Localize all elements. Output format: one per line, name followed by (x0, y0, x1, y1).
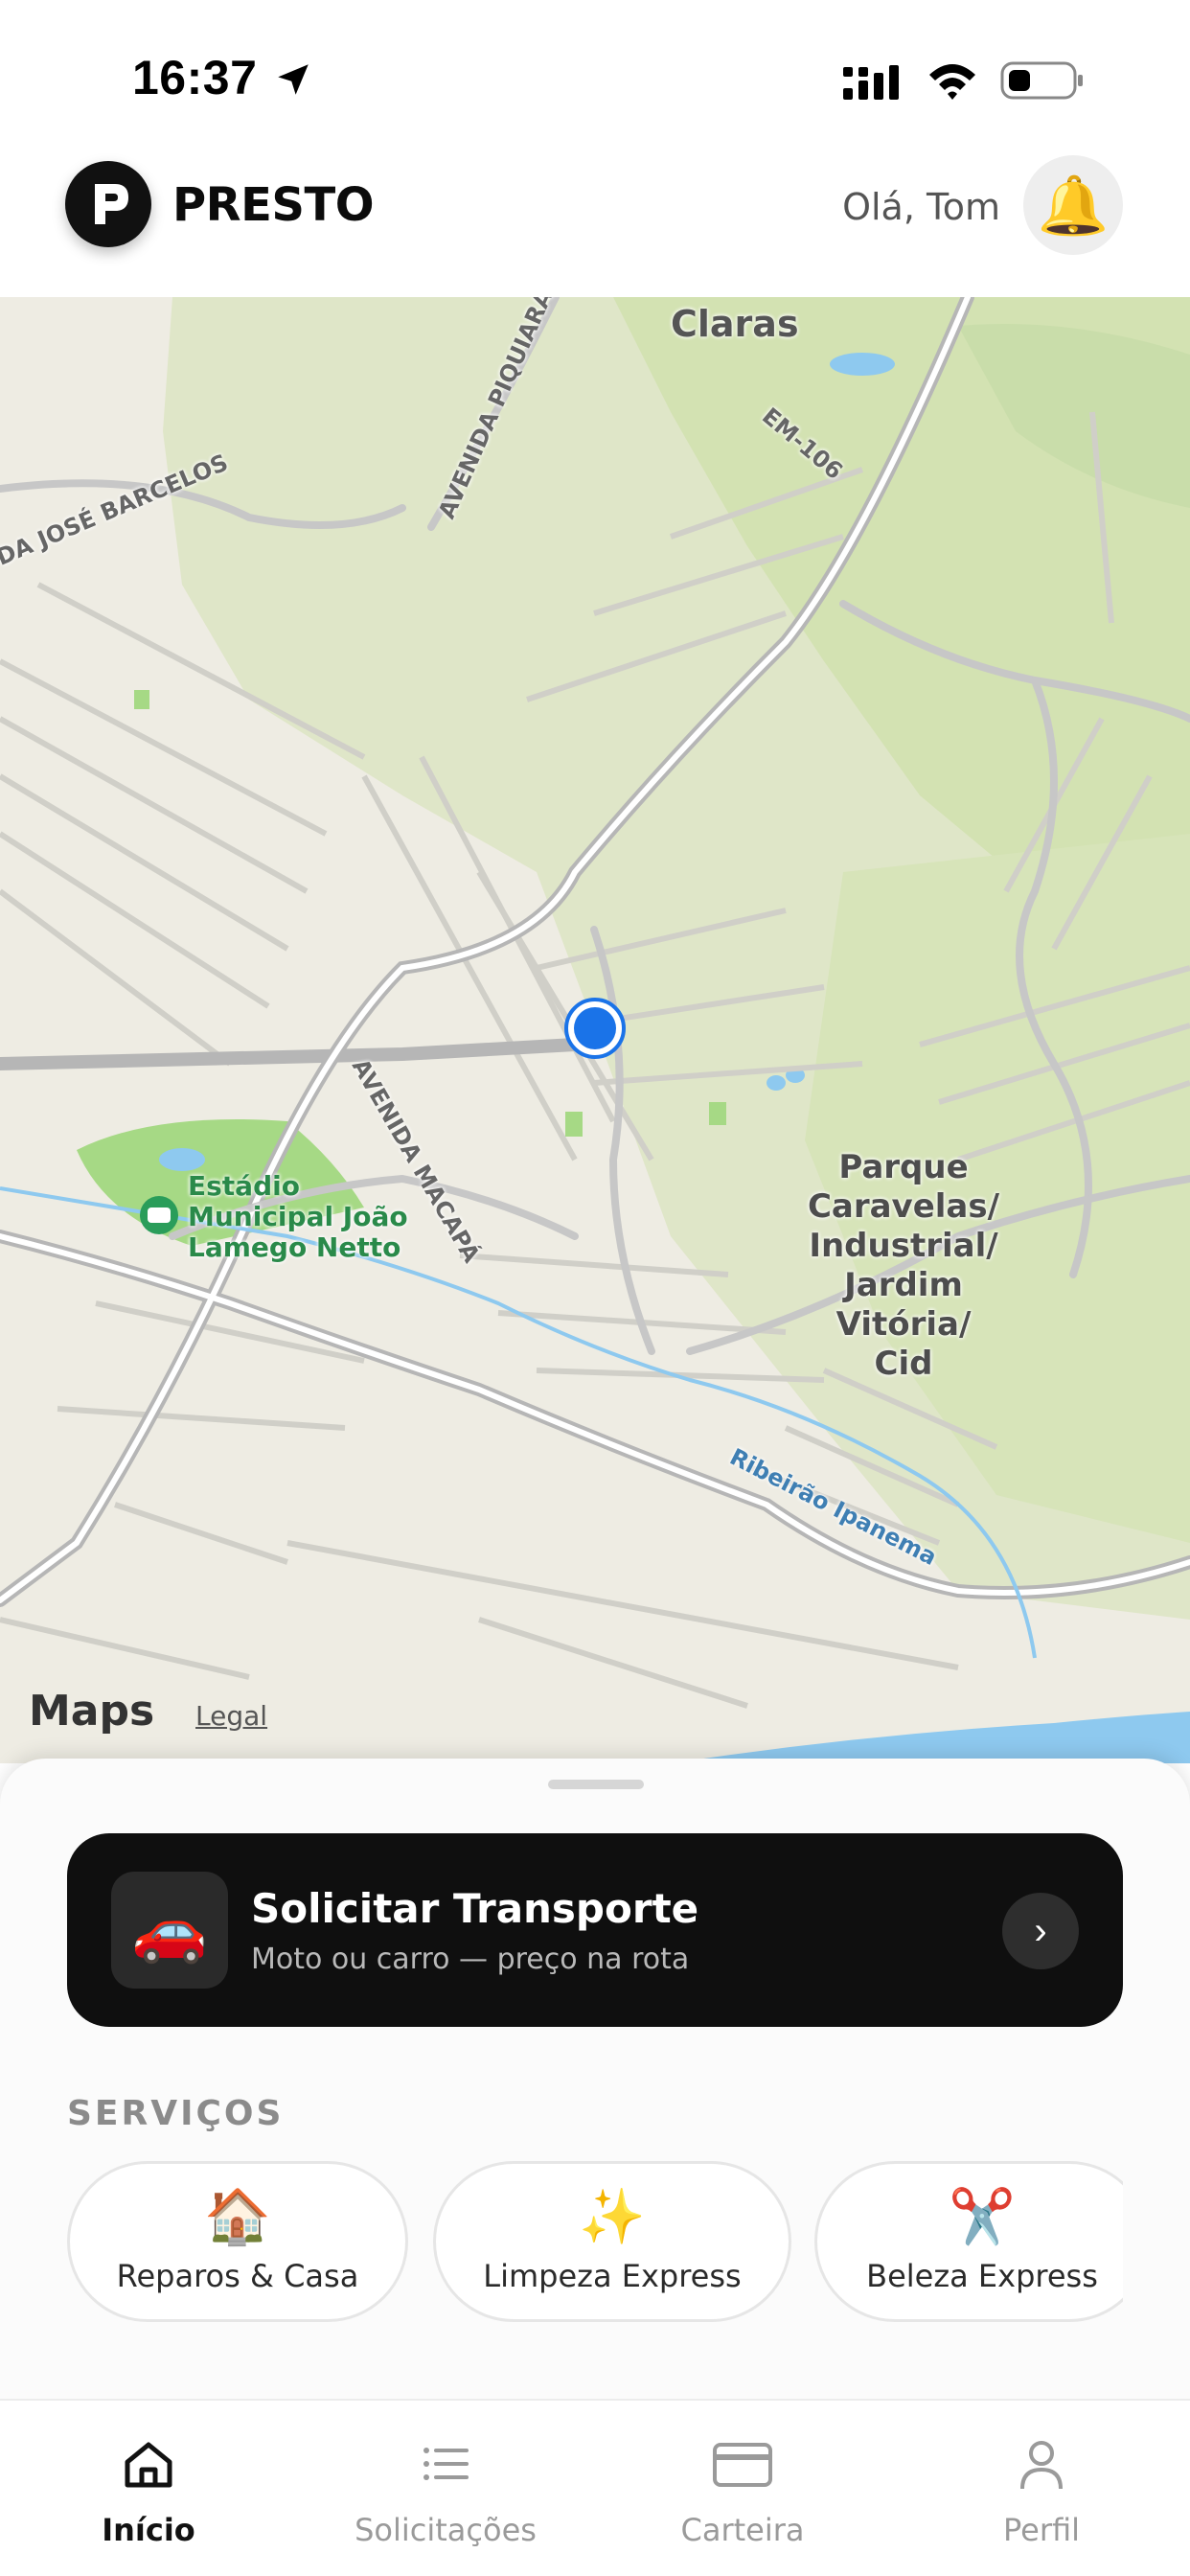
estadio-line-2: Municipal João (188, 1201, 408, 1232)
notifications-button[interactable]: 🔔 (1023, 155, 1123, 255)
tab-carteira[interactable]: Carteira (594, 2401, 891, 2576)
card-icon (713, 2443, 772, 2487)
service-beleza-express[interactable]: ✂️ Beleza Express (814, 2161, 1123, 2322)
home-icon (125, 2442, 172, 2488)
wifi-icon (929, 64, 975, 100)
location-arrow-icon (278, 64, 309, 95)
request-transport-button[interactable]: 🚗 Solicitar Transporte Moto ou carro — p… (67, 1833, 1123, 2027)
battery-icon (1000, 61, 1083, 100)
estadio-line-1: Estádio (188, 1170, 300, 1202)
brand-name: PRESTO (172, 178, 375, 232)
parque-line-1: Parque (838, 1148, 969, 1186)
maps-attribution: Maps (29, 1687, 155, 1736)
parque-line-5: Vitória/ (835, 1305, 972, 1344)
bottom-sheet: 🚗 Solicitar Transporte Moto ou carro — p… (0, 1759, 1190, 2401)
tab-label: Início (102, 2512, 195, 2548)
house-icon: 🏠 (204, 2186, 271, 2246)
chevron-glyph: › (1034, 1909, 1047, 1952)
scissors-icon: ✂️ (949, 2186, 1016, 2246)
services-carousel[interactable]: 🏠 Reparos & Casa ✨ Limpeza Express ✂️ Be… (67, 2161, 1123, 2324)
parque-line-6: Cid (874, 1345, 933, 1383)
estadio-line-3: Lamego Netto (188, 1231, 401, 1263)
map-label-estadio: Estádio Municipal João Lamego Netto (188, 1171, 408, 1263)
chevron-right-icon[interactable]: › (1002, 1893, 1079, 1969)
tab-solicitacoes[interactable]: Solicitações (297, 2401, 594, 2576)
tab-inicio[interactable]: Início (0, 2401, 297, 2576)
sparkles-icon: ✨ (579, 2186, 646, 2246)
parque-line-4: Jardim (844, 1266, 963, 1304)
tab-bar: Início Solicitações Carteira Perfil (0, 2399, 1190, 2576)
transport-title: Solicitar Transporte (251, 1885, 699, 1932)
greeting-text: Olá, Tom (842, 186, 1000, 228)
sheet-grabber[interactable] (548, 1780, 644, 1789)
legal-link[interactable]: Legal (195, 1700, 267, 1732)
bell-icon: 🔔 (1037, 172, 1110, 238)
map-canvas (0, 297, 1190, 1763)
service-reparos-casa[interactable]: 🏠 Reparos & Casa (67, 2161, 408, 2322)
tab-label: Carteira (680, 2512, 805, 2548)
tab-perfil[interactable]: Perfil (893, 2401, 1190, 2576)
service-limpeza-express[interactable]: ✨ Limpeza Express (433, 2161, 791, 2322)
service-label: Beleza Express (866, 2258, 1098, 2294)
status-bar: 16:37 (0, 0, 1190, 144)
services-section-title: SERVIÇOS (67, 2094, 285, 2133)
tab-label: Solicitações (355, 2512, 537, 2548)
tab-label: Perfil (1002, 2512, 1081, 2548)
status-time: 16:37 (132, 51, 258, 104)
car-emoji: 🚗 (131, 1895, 208, 1965)
map-label-parque: Parque Caravelas/ Industrial/ Jardim Vit… (803, 1148, 1004, 1384)
app-header: PRESTO Olá, Tom 🔔 (0, 144, 1190, 297)
list-icon (423, 2448, 469, 2480)
parque-line-3: Industrial/ (809, 1227, 998, 1265)
transport-subtitle: Moto ou carro — preço na rota (251, 1943, 690, 1976)
presto-logo-icon (65, 161, 151, 247)
cellular-signal-icon (843, 65, 899, 100)
apple-maps-logo: Maps (29, 1687, 154, 1736)
service-label: Reparos & Casa (116, 2258, 359, 2294)
person-icon (1020, 2441, 1063, 2490)
map-label-claras: Claras (671, 303, 799, 345)
service-label: Limpeza Express (483, 2258, 742, 2294)
map-view[interactable]: Claras EM-106 DA JOSÉ BARCELOS AVENIDA P… (0, 297, 1190, 1763)
parque-line-2: Caravelas/ (807, 1187, 1000, 1226)
car-icon: 🚗 (111, 1872, 228, 1989)
